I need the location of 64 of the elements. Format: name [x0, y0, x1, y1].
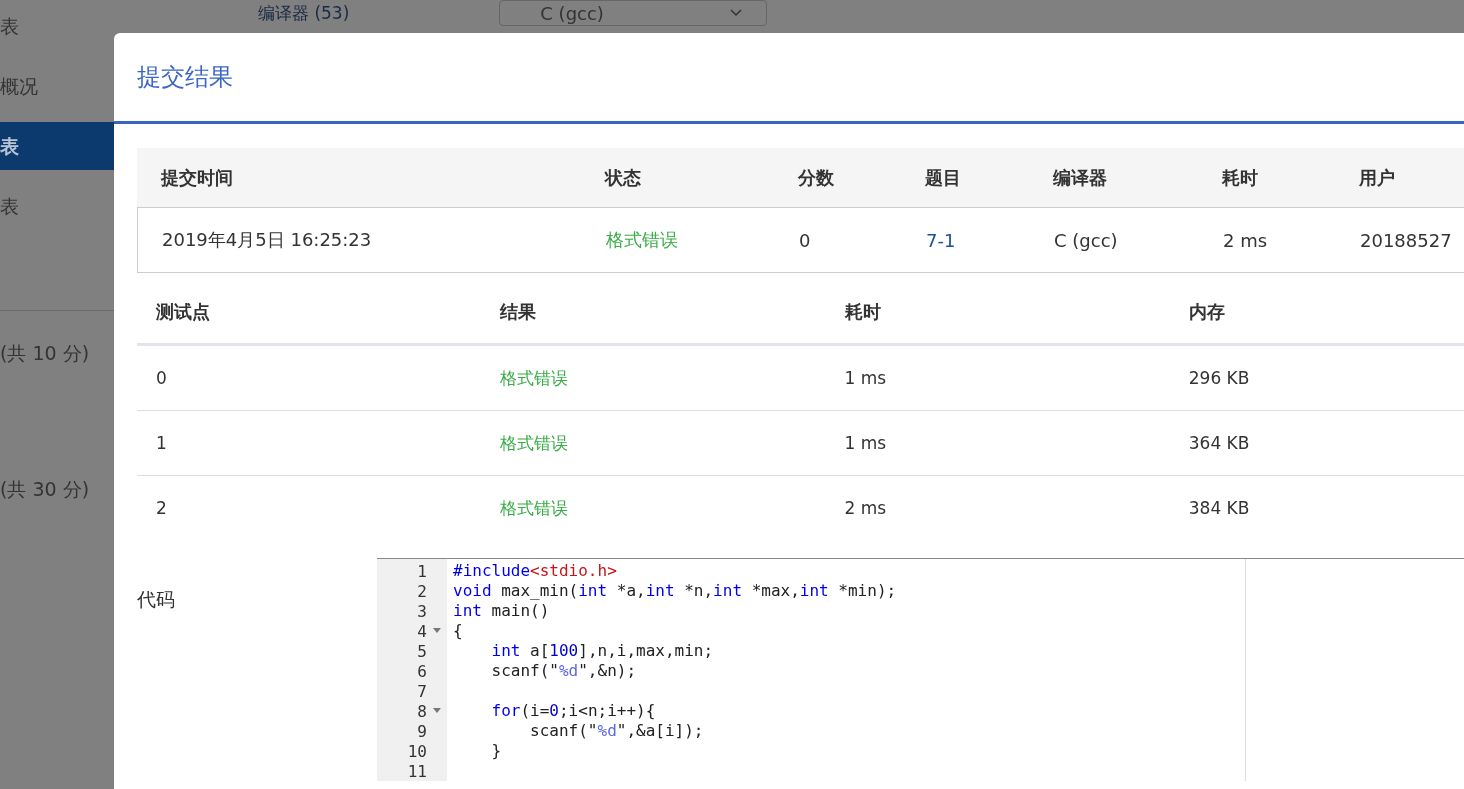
code-label: 代码 [137, 587, 176, 612]
table-cell: 0 [156, 368, 167, 388]
caret-icon [730, 9, 743, 17]
column-header: 编译器 [1053, 166, 1107, 188]
table-cell: 2 ms [844, 498, 887, 518]
code-line: } [490, 741, 502, 760]
table-cell: 384 KB [1188, 498, 1250, 518]
code-line: { [453, 621, 463, 640]
line-number: 1 [417, 561, 427, 581]
sidebar-item[interactable]: 表 [0, 0, 114, 56]
table-cell: 1 [156, 433, 167, 453]
line-number: 5 [417, 641, 427, 661]
score-label: (共 30 分) [0, 477, 91, 502]
table-cell: 20188527 [1360, 229, 1452, 251]
line-number: 9 [417, 721, 427, 741]
code-line: #include<stdio.h> [453, 561, 617, 580]
line-number: 10 [407, 741, 427, 761]
line-number: 4 [417, 621, 427, 641]
column-header: 提交时间 [161, 166, 233, 188]
table-cell: 1 ms [844, 368, 887, 388]
table-cell: C (gcc) [1054, 229, 1118, 251]
status-text: 格式错误 [606, 229, 678, 250]
fold-icon[interactable] [433, 628, 441, 634]
line-number: 3 [417, 601, 427, 621]
column-header: 测试点 [156, 301, 210, 322]
column-header: 内存 [1188, 301, 1225, 322]
column-header: 状态 [605, 166, 641, 188]
line-number: 11 [407, 761, 427, 781]
code-line: void max_min(int *a,int *n,int *max,int *min); [453, 581, 897, 600]
table-cell: 1 ms [844, 433, 887, 453]
sidebar-item[interactable]: 表 [0, 122, 114, 170]
sidebar-item[interactable]: 概况 [0, 56, 114, 116]
column-header: 结果 [500, 301, 537, 322]
line-number: 8 [417, 701, 427, 721]
line-number: 2 [417, 581, 427, 601]
column-header: 分数 [798, 166, 834, 188]
table-cell: 0 [799, 229, 811, 251]
code-line: for(i=0;i<n;i++){ [490, 701, 656, 720]
score-label: (共 10 分) [0, 341, 91, 366]
code-line: scanf("%d",&a[i]); [529, 721, 704, 740]
fold-icon[interactable] [433, 708, 441, 714]
code-line: int a[100],n,i,max,min; [490, 641, 714, 660]
column-header: 用户 [1359, 166, 1395, 188]
table-cell: 296 KB [1188, 368, 1250, 388]
compiler-label: 编译器 (53) [258, 1, 350, 25]
status-text: 格式错误 [500, 497, 569, 518]
problem-link[interactable]: 7-1 [926, 229, 956, 251]
compiler-select[interactable]: C (gcc) [499, 0, 768, 26]
column-header: 耗时 [1222, 166, 1258, 188]
table-cell: 2 [156, 498, 167, 518]
status-text: 格式错误 [500, 432, 569, 453]
column-header: 题目 [925, 166, 961, 188]
table-cell: 2 ms [1223, 229, 1268, 251]
dialog-title: 提交结果 [137, 62, 233, 93]
line-number: 6 [417, 661, 427, 681]
table-cell: 2019年4月5日 16:25:23 [162, 229, 372, 250]
line-number: 7 [417, 681, 427, 701]
sidebar-item[interactable]: 表 [0, 176, 114, 236]
table-cell: 364 KB [1188, 433, 1250, 453]
code-line: scanf("%d",&n); [490, 661, 637, 680]
code-line: int main() [453, 601, 550, 620]
status-text: 格式错误 [500, 367, 569, 388]
code-editor[interactable]: 1 2 3 4 5 6 7 8 9 10 11 #include<stdio.h> void max_min(int *a,int *n,int *max,int *min); int main() { int a[100],n,i,max,min; scanf("%d",&n); for(i=0;i<n;i++){ scanf("%d",&a[i]); } [377, 558, 1464, 781]
column-header: 耗时 [844, 301, 881, 322]
